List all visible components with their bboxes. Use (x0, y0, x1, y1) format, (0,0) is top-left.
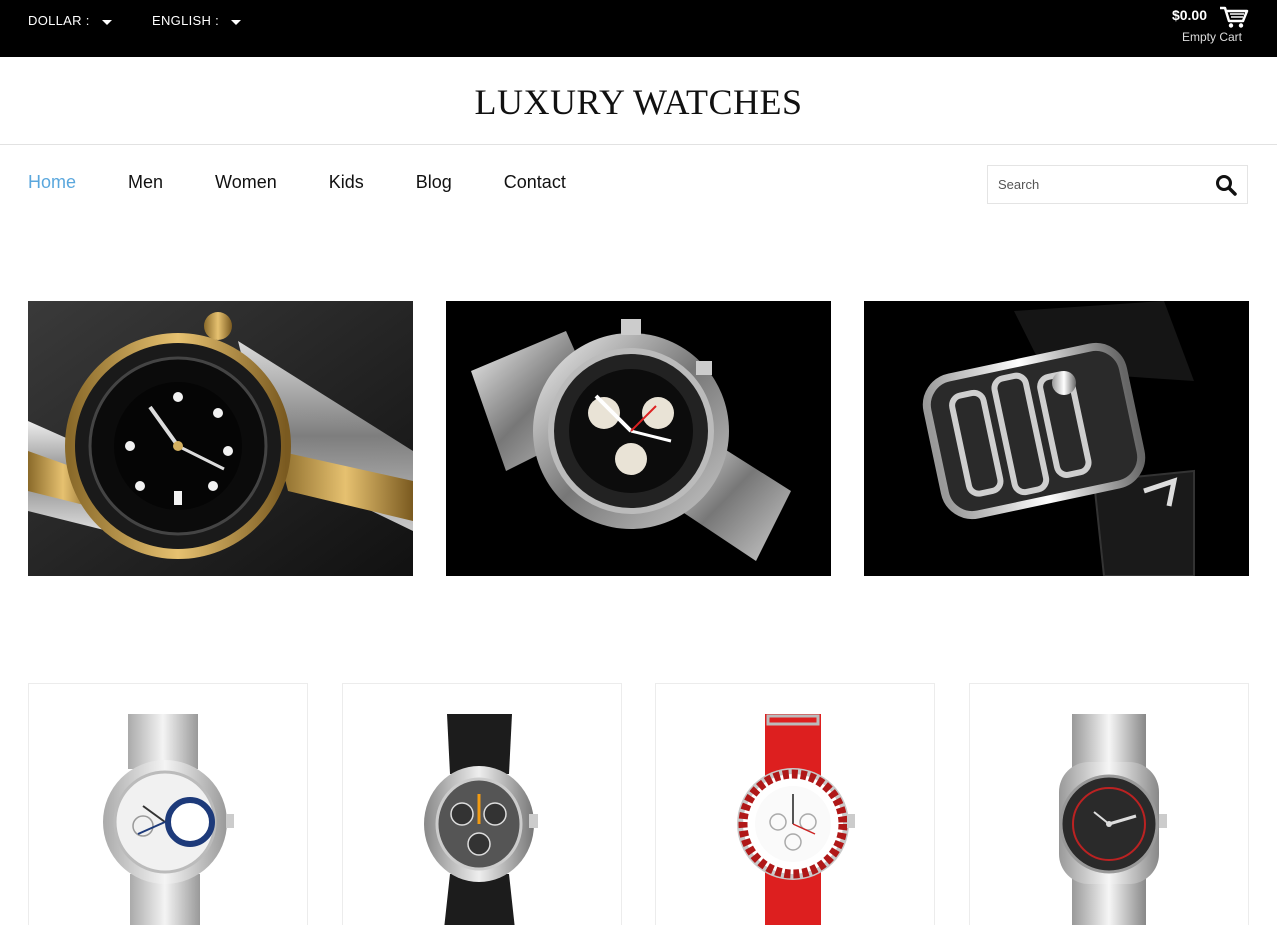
language-dropdown[interactable]: ENGLISH : (152, 13, 241, 28)
nav-item-contact[interactable]: Contact (504, 172, 566, 193)
currency-dropdown[interactable]: DOLLAR : (28, 13, 112, 28)
product-image-black-dial-steel-watch (1059, 714, 1167, 925)
cart-widget[interactable]: $0.00 Empty Cart (1159, 5, 1249, 49)
product-card[interactable] (655, 683, 935, 925)
product-card[interactable] (342, 683, 622, 925)
chronograph-watch-image (446, 301, 831, 576)
caret-down-icon (101, 19, 112, 25)
currency-label: DOLLAR : (28, 13, 90, 28)
product-card[interactable] (28, 683, 308, 925)
site-logo-title[interactable]: LUXURY WATCHES (0, 57, 1277, 147)
product-card[interactable] (969, 683, 1249, 925)
product-image-steel-dress-watch (103, 714, 234, 925)
cart-status: Empty Cart (1181, 30, 1242, 44)
nav-item-blog[interactable]: Blog (416, 172, 452, 193)
cart-total: $0.00 (1171, 7, 1207, 23)
search-box (987, 165, 1248, 204)
caret-down-icon (231, 19, 241, 25)
nav-item-men[interactable]: Men (128, 172, 163, 193)
banner-chronograph-watch[interactable] (446, 301, 831, 576)
search-icon[interactable] (1215, 174, 1237, 196)
main-nav: Home Men Women Kids Blog Contact (28, 172, 618, 193)
shopping-cart-icon (1220, 6, 1249, 28)
language-label: ENGLISH : (152, 13, 219, 28)
search-input[interactable] (988, 166, 1203, 203)
product-image-black-strap-chronograph (424, 714, 538, 925)
banner-diver-watch[interactable] (28, 301, 413, 576)
banner-skeleton-watch[interactable] (864, 301, 1249, 576)
nav-item-kids[interactable]: Kids (329, 172, 364, 193)
product-image-red-strap-watch (737, 714, 855, 925)
nav-item-home[interactable]: Home (28, 172, 76, 193)
skeleton-watch-image (864, 301, 1249, 576)
nav-item-women[interactable]: Women (215, 172, 277, 193)
diver-watch-image (28, 301, 413, 576)
brand-header: LUXURY WATCHES (0, 57, 1277, 145)
top-bar: DOLLAR : ENGLISH : $0.00 Empty Cart (0, 0, 1277, 57)
